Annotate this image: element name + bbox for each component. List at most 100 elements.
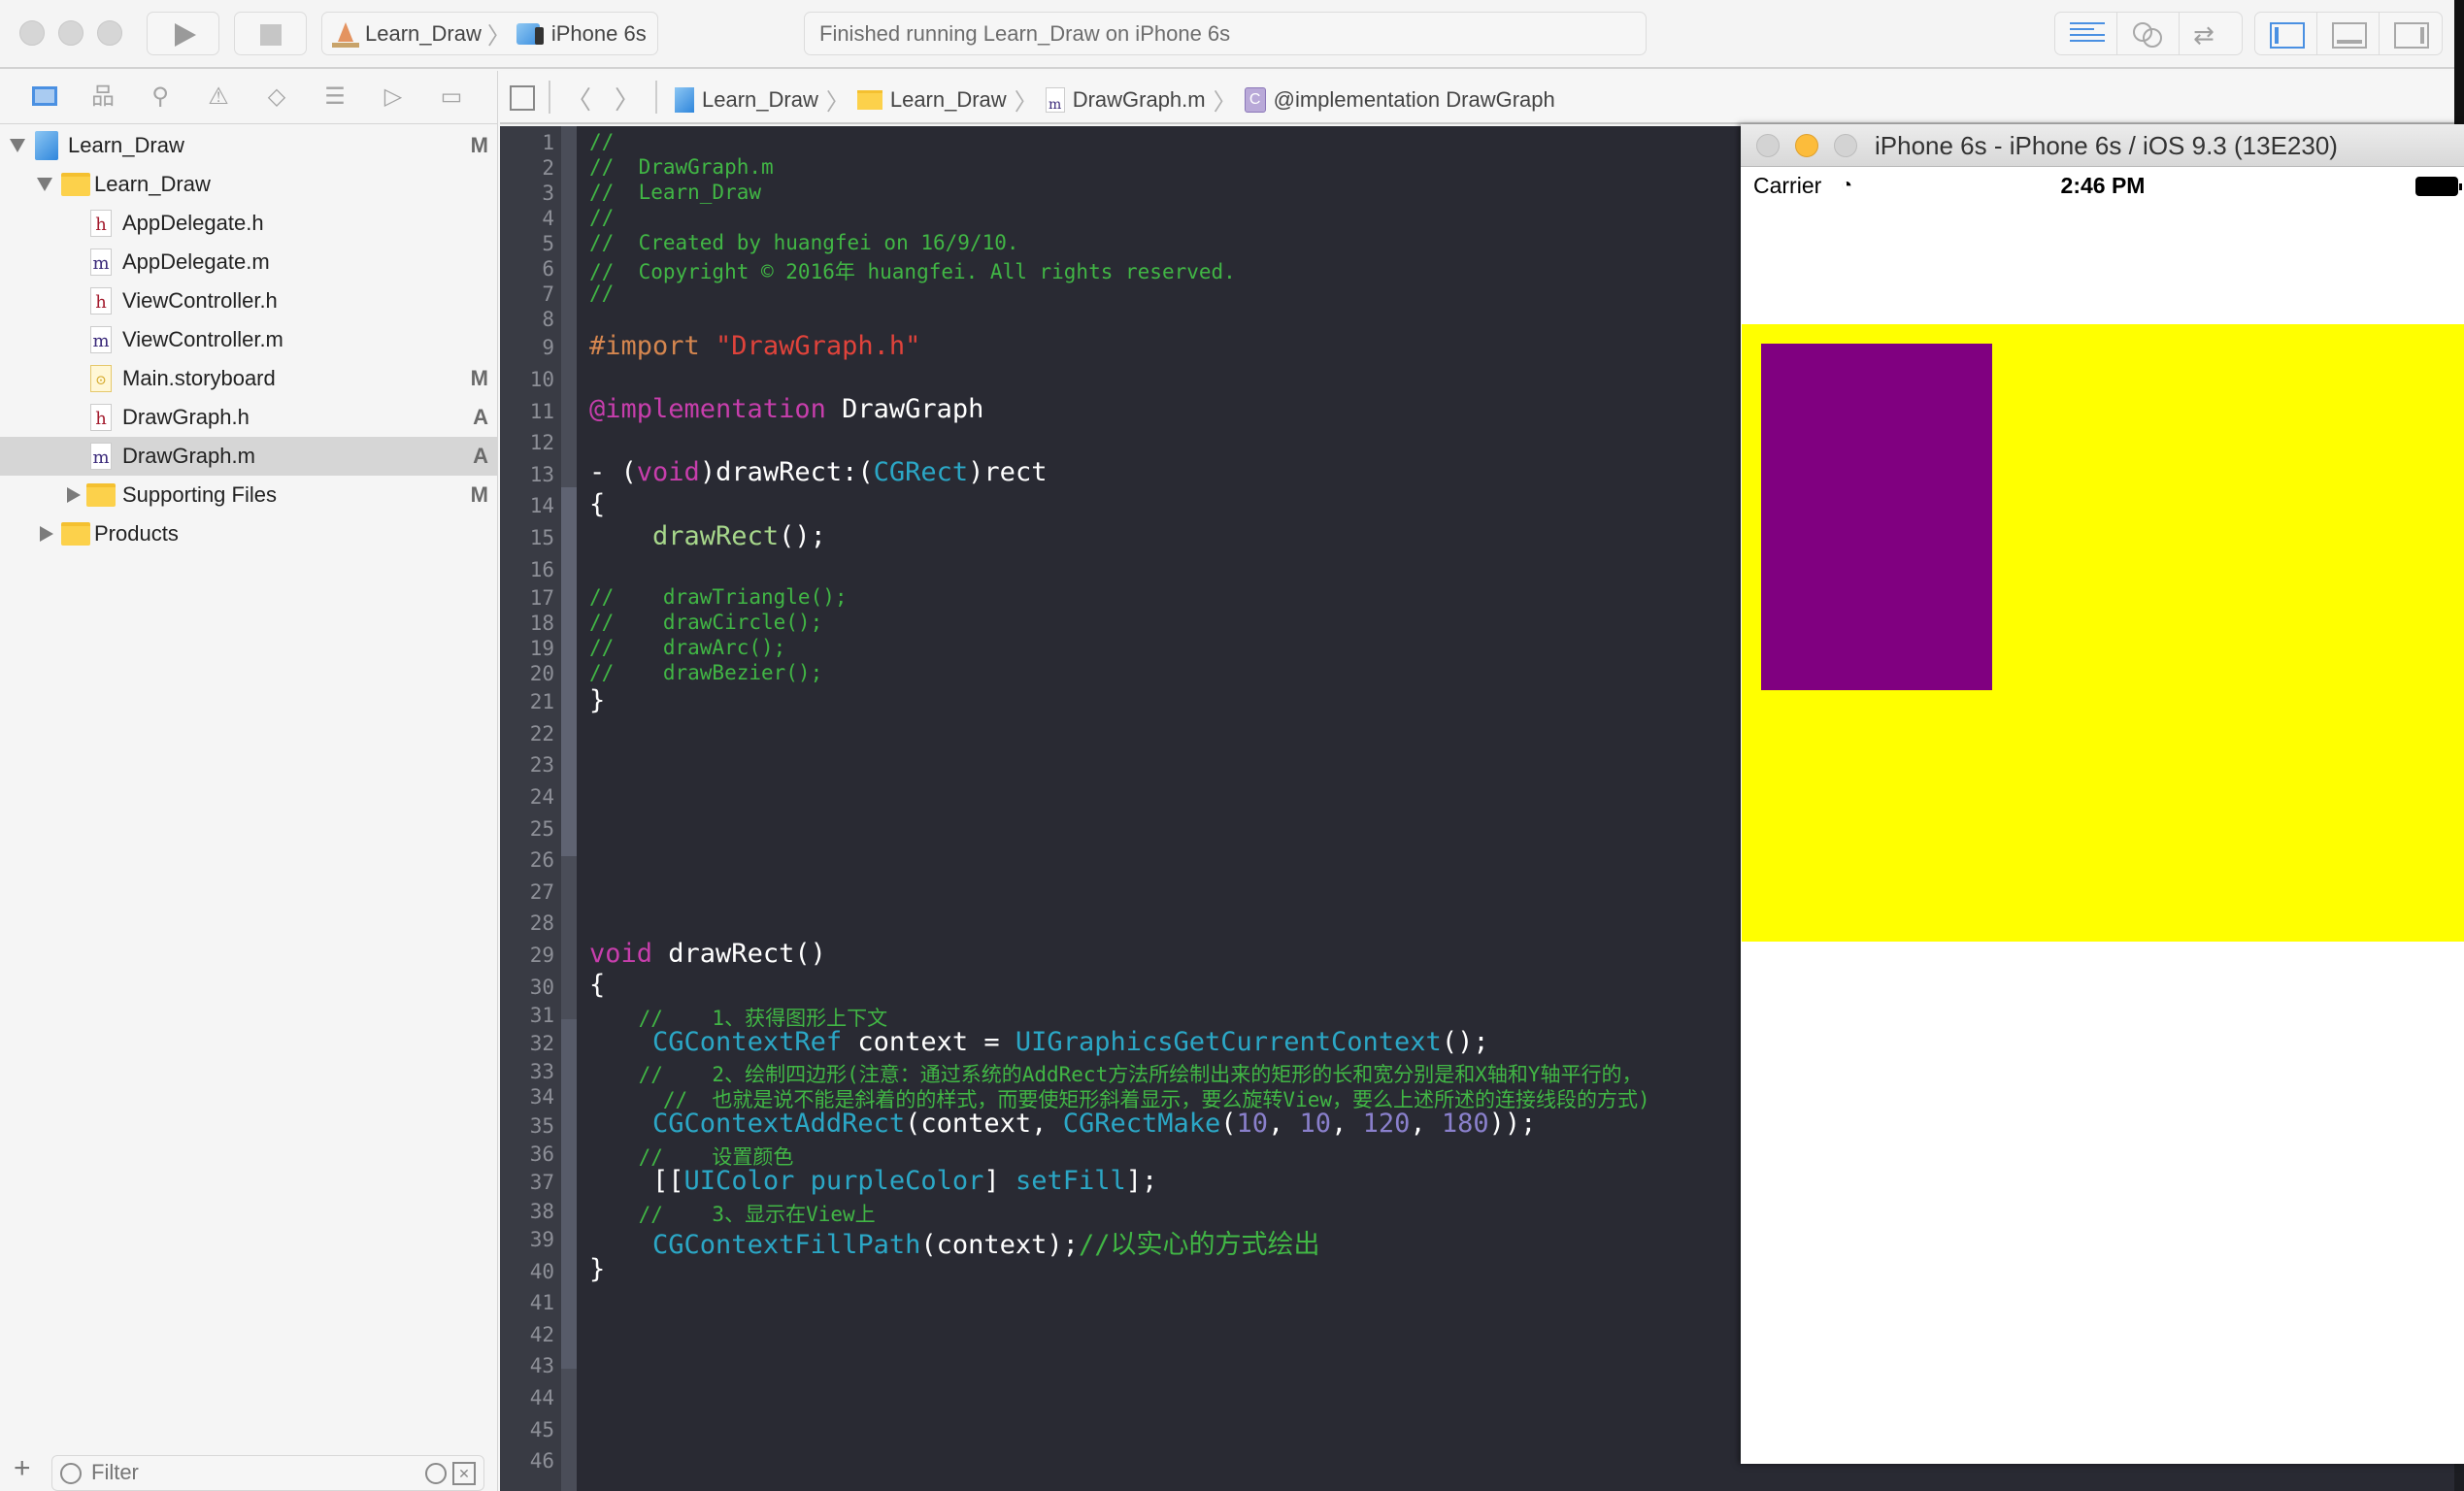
crumb-project[interactable]: Learn_Draw	[702, 87, 818, 113]
toolbar: Learn_Draw 〉 iPhone 6s Finished running …	[0, 0, 2454, 69]
back-button[interactable]: 〈	[566, 81, 591, 116]
code-token: CGContextAddRect	[652, 1109, 906, 1140]
code-token: ]	[983, 1166, 1016, 1196]
tree-item[interactable]: m DrawGraph.m A	[0, 437, 498, 476]
code-line: // DrawGraph.m	[589, 155, 774, 179]
toggle-utilities-button[interactable]	[2380, 13, 2442, 54]
device-screen[interactable]: Carrier ◔ 2:46 PM	[1742, 167, 2464, 1464]
close-window-button[interactable]	[1756, 134, 1780, 157]
tree-item[interactable]: Supporting Files M	[0, 476, 498, 514]
tree-item[interactable]: m ViewController.m	[0, 320, 498, 359]
disclosure-closed-icon[interactable]	[40, 526, 53, 542]
breakpoint-navigator-tab[interactable]: ▷	[379, 83, 408, 112]
line-number: 3	[542, 182, 554, 205]
code-line: // Copyright © 2016年 huangfei. All right…	[589, 256, 1236, 285]
zoom-window-button[interactable]	[1834, 134, 1857, 157]
disclosure-closed-icon[interactable]	[67, 487, 81, 503]
tree-item[interactable]: h DrawGraph.h A	[0, 398, 498, 437]
tree-item[interactable]: h ViewController.h	[0, 282, 498, 320]
crumb-file[interactable]: DrawGraph.m	[1073, 87, 1206, 113]
line-number: 46	[529, 1449, 554, 1474]
tree-item[interactable]: m AppDelegate.m	[0, 243, 498, 282]
minimize-window-button[interactable]	[1795, 134, 1818, 157]
file-tree: Learn_Draw M Learn_Draw h AppDelegate.h m AppD…	[0, 126, 498, 553]
line-number: 10	[529, 367, 554, 391]
filter-input[interactable]	[91, 1460, 412, 1485]
folder-icon	[61, 522, 90, 546]
disclosure-open-icon[interactable]	[10, 139, 25, 152]
tree-item[interactable]: Learn_Draw M	[0, 126, 498, 165]
tree-item-label: Main.storyboard	[122, 366, 276, 390]
tree-item-label: AppDelegate.m	[122, 249, 270, 274]
activity-status: Finished running Learn_Draw on iPhone 6s	[804, 12, 1647, 55]
objc-file-icon: m	[90, 248, 112, 276]
standard-editor-button[interactable]	[2055, 13, 2117, 54]
code-token: setFill	[1015, 1166, 1126, 1196]
scm-status-badge: M	[470, 366, 488, 390]
play-icon	[175, 23, 196, 47]
line-number: 33	[529, 1060, 554, 1084]
line-number: 17	[529, 585, 554, 610]
standard-editor-icon	[2070, 22, 2105, 46]
line-number: 19	[529, 636, 554, 660]
code-token: UIColor	[683, 1166, 795, 1196]
tree-item[interactable]: ⊙ Main.storyboard M	[0, 359, 498, 398]
code-token: // drawCircle();	[589, 610, 823, 634]
code-line: //	[589, 130, 614, 153]
crumb-symbol[interactable]: @implementation DrawGraph	[1274, 87, 1555, 113]
filter-field[interactable]: ✕	[51, 1455, 484, 1491]
code-token: )drawRect:(	[699, 457, 874, 488]
close-window-button[interactable]	[19, 20, 45, 46]
assistant-editor-button[interactable]	[2117, 13, 2180, 54]
code-line: }	[589, 685, 605, 715]
project-navigator-tab[interactable]	[30, 83, 59, 112]
line-number: 15	[529, 525, 554, 549]
tree-item[interactable]: Products	[0, 514, 498, 553]
minimize-window-button[interactable]	[58, 20, 83, 46]
code-line: {	[589, 970, 605, 1000]
code-token: //	[589, 130, 615, 153]
code-token: (context,	[905, 1109, 1063, 1140]
code-token: // DrawGraph.m	[589, 155, 774, 179]
folder-icon	[856, 89, 882, 110]
hierarchy-icon: 品	[91, 83, 115, 110]
debug-navigator-tab[interactable]: ☰	[320, 83, 350, 112]
toggle-debug-area-button[interactable]	[2317, 13, 2380, 54]
code-token: 180	[1441, 1109, 1489, 1140]
code-token: // Copyright © 2016年 huangfei. All right…	[589, 260, 1236, 283]
code-token: CGRectMake	[1062, 1109, 1221, 1140]
code-line: CGContextRef context = UIGraphicsGetCurr…	[589, 1027, 1489, 1057]
related-items-icon[interactable]	[510, 85, 535, 111]
scheme-selector[interactable]: Learn_Draw 〉 iPhone 6s	[321, 12, 658, 55]
crumb-group[interactable]: Learn_Draw	[890, 87, 1007, 113]
tree-item-label: AppDelegate.h	[122, 211, 264, 235]
line-number: 16	[529, 557, 554, 581]
tree-item[interactable]: h AppDelegate.h	[0, 204, 498, 243]
test-navigator-tab[interactable]: ◇	[262, 83, 291, 112]
run-button[interactable]	[147, 12, 219, 55]
issue-navigator-tab[interactable]: ⚠	[204, 83, 233, 112]
report-navigator-tab[interactable]: ▭	[437, 83, 466, 112]
version-editor-button[interactable]: ⇄	[2180, 13, 2242, 54]
editor-mode-control: ⇄	[2054, 12, 2243, 55]
code-token: context =	[842, 1026, 1016, 1057]
recent-files-icon[interactable]	[425, 1463, 447, 1484]
add-file-button[interactable]: +	[14, 1452, 31, 1485]
code-line: void drawRect()	[589, 939, 826, 969]
tree-item[interactable]: Learn_Draw	[0, 165, 498, 204]
line-number: 38	[529, 1199, 554, 1223]
find-navigator-tab[interactable]: ⚲	[146, 83, 175, 112]
symbol-navigator-tab[interactable]: 品	[88, 83, 117, 112]
code-token: - (	[589, 457, 637, 488]
folder-icon	[32, 86, 57, 106]
stop-button[interactable]	[234, 12, 307, 55]
disclosure-open-icon[interactable]	[37, 178, 52, 191]
source-control-filter-icon[interactable]: ✕	[452, 1462, 476, 1485]
code-token: 10	[1299, 1109, 1332, 1140]
toggle-navigator-button[interactable]	[2255, 13, 2317, 54]
filter-bar: + ✕	[0, 1452, 498, 1491]
zoom-window-button[interactable]	[97, 20, 122, 46]
code-token: CGContextFillPath	[652, 1229, 921, 1260]
forward-button[interactable]: 〉	[615, 81, 640, 116]
